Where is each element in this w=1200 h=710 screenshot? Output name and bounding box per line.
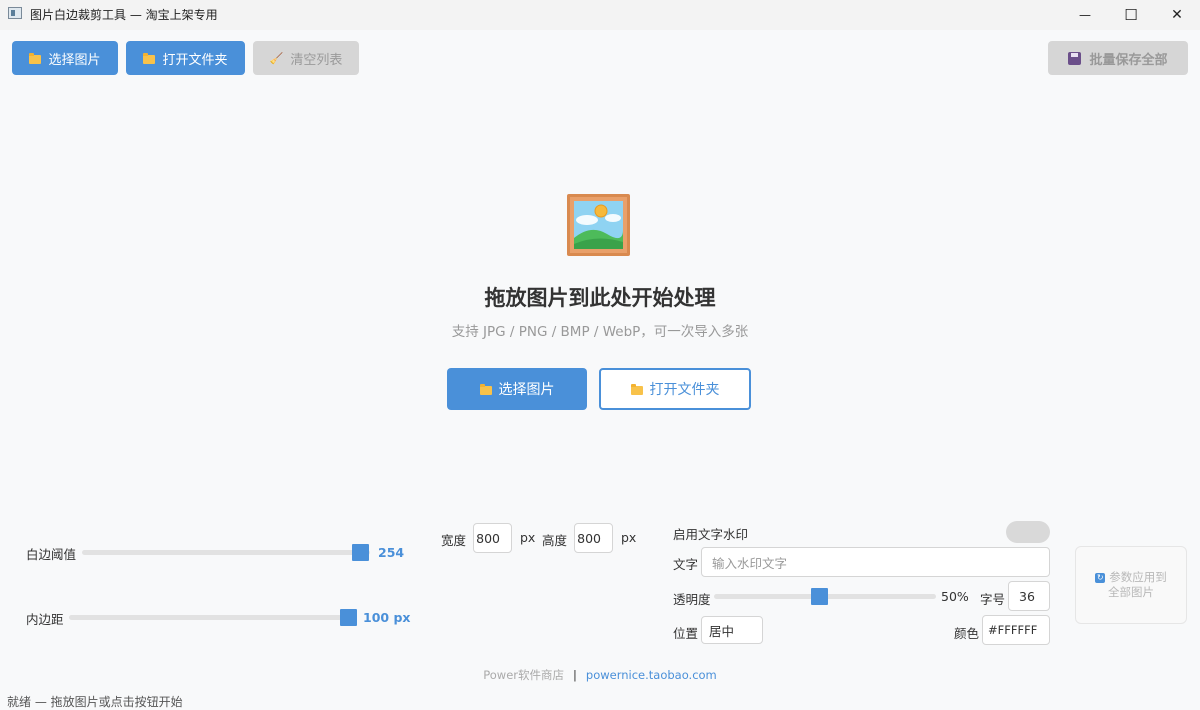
select-images-button[interactable]: 选择图片 xyxy=(12,41,118,75)
apply-all-label-1: 参数应用到 xyxy=(1109,570,1167,584)
folder-icon xyxy=(29,52,42,64)
folder-icon xyxy=(143,52,156,64)
batch-save-label: 批量保存全部 xyxy=(1089,52,1168,68)
font-size-input[interactable]: 36 xyxy=(1008,581,1050,611)
drop-open-folder-label: 打开文件夹 xyxy=(649,382,720,398)
minimize-button[interactable]: — xyxy=(1062,0,1108,30)
padding-slider-handle[interactable] xyxy=(340,609,357,626)
watermark-text-label: 文字 xyxy=(673,557,699,572)
app-icon xyxy=(8,7,22,19)
font-size-label: 字号 xyxy=(980,592,1006,607)
height-input[interactable]: 800 xyxy=(574,523,613,553)
threshold-slider-handle[interactable] xyxy=(352,544,369,561)
footer: Power软件商店 | powernice.taobao.com xyxy=(0,667,1200,683)
maximize-icon: ☐ xyxy=(1124,6,1138,24)
position-label: 位置 xyxy=(673,626,699,641)
opacity-value: 50% xyxy=(941,589,969,604)
watermark-toggle[interactable] xyxy=(1006,521,1050,543)
drop-area-subtitle: 支持 JPG / PNG / BMP / WebP，可一次导入多张 xyxy=(451,324,749,340)
folder-icon xyxy=(630,383,643,395)
open-folder-label: 打开文件夹 xyxy=(162,52,228,68)
opacity-label: 透明度 xyxy=(673,592,711,607)
padding-value: 100 px xyxy=(363,610,411,625)
threshold-slider-track[interactable] xyxy=(82,550,370,555)
broom-icon: 🧹 xyxy=(269,51,284,65)
padding-slider-track[interactable] xyxy=(69,615,357,620)
position-select[interactable]: 居中 xyxy=(701,616,763,644)
threshold-label: 白边阈值 xyxy=(26,547,77,562)
padding-label: 内边距 xyxy=(26,612,64,627)
width-unit: px xyxy=(520,530,536,545)
maximize-button[interactable]: ☐ xyxy=(1108,0,1154,30)
height-unit: px xyxy=(621,530,637,545)
width-value: 800 xyxy=(476,530,500,546)
framed-picture-icon xyxy=(567,194,630,256)
opacity-slider-handle[interactable] xyxy=(811,588,828,605)
height-value: 800 xyxy=(577,530,601,546)
threshold-value: 254 xyxy=(378,545,405,560)
color-value: #FFFFFF xyxy=(988,623,1038,637)
drop-select-images-button[interactable]: 选择图片 xyxy=(447,368,587,410)
open-folder-button[interactable]: 打开文件夹 xyxy=(126,41,245,75)
window-titlebar: 图片白边裁剪工具 — 淘宝上架专用 — ☐ ✕ xyxy=(0,0,1200,30)
footer-separator: | xyxy=(573,668,577,682)
apply-to-all-button[interactable]: ↻ 参数应用到 全部图片 xyxy=(1075,546,1187,624)
shop-link[interactable]: powernice.taobao.com xyxy=(586,668,717,682)
floppy-disk-icon xyxy=(1068,51,1082,65)
clear-list-button[interactable]: 🧹 清空列表 xyxy=(253,41,359,75)
drop-select-images-label: 选择图片 xyxy=(498,382,555,398)
height-label: 高度 xyxy=(542,533,568,548)
close-button[interactable]: ✕ xyxy=(1154,0,1200,30)
width-label: 宽度 xyxy=(441,533,467,548)
refresh-icon: ↻ xyxy=(1095,572,1106,583)
shop-name: Power软件商店 xyxy=(483,668,565,682)
watermark-text-placeholder: 输入水印文字 xyxy=(712,555,788,571)
folder-icon xyxy=(479,383,492,395)
color-label: 颜色 xyxy=(954,626,980,641)
watermark-text-input[interactable]: 输入水印文字 xyxy=(701,547,1050,577)
window-title: 图片白边裁剪工具 — 淘宝上架专用 xyxy=(30,8,218,22)
color-input[interactable]: #FFFFFF xyxy=(982,615,1050,645)
watermark-enable-label: 启用文字水印 xyxy=(673,527,749,542)
batch-save-all-button[interactable]: 批量保存全部 xyxy=(1048,41,1188,75)
width-input[interactable]: 800 xyxy=(473,523,512,553)
drop-area-title: 拖放图片到此处开始处理 xyxy=(484,286,716,310)
status-bar-text: 就绪 — 拖放图片或点击按钮开始 xyxy=(7,695,183,709)
close-icon: ✕ xyxy=(1171,7,1183,23)
clear-list-label: 清空列表 xyxy=(290,52,343,68)
position-value: 居中 xyxy=(709,623,735,639)
select-images-label: 选择图片 xyxy=(48,52,101,68)
drop-open-folder-button[interactable]: 打开文件夹 xyxy=(599,368,751,410)
apply-all-label-2: 全部图片 xyxy=(1108,585,1154,599)
minimize-icon: — xyxy=(1079,8,1091,22)
font-size-value: 36 xyxy=(1019,588,1035,604)
